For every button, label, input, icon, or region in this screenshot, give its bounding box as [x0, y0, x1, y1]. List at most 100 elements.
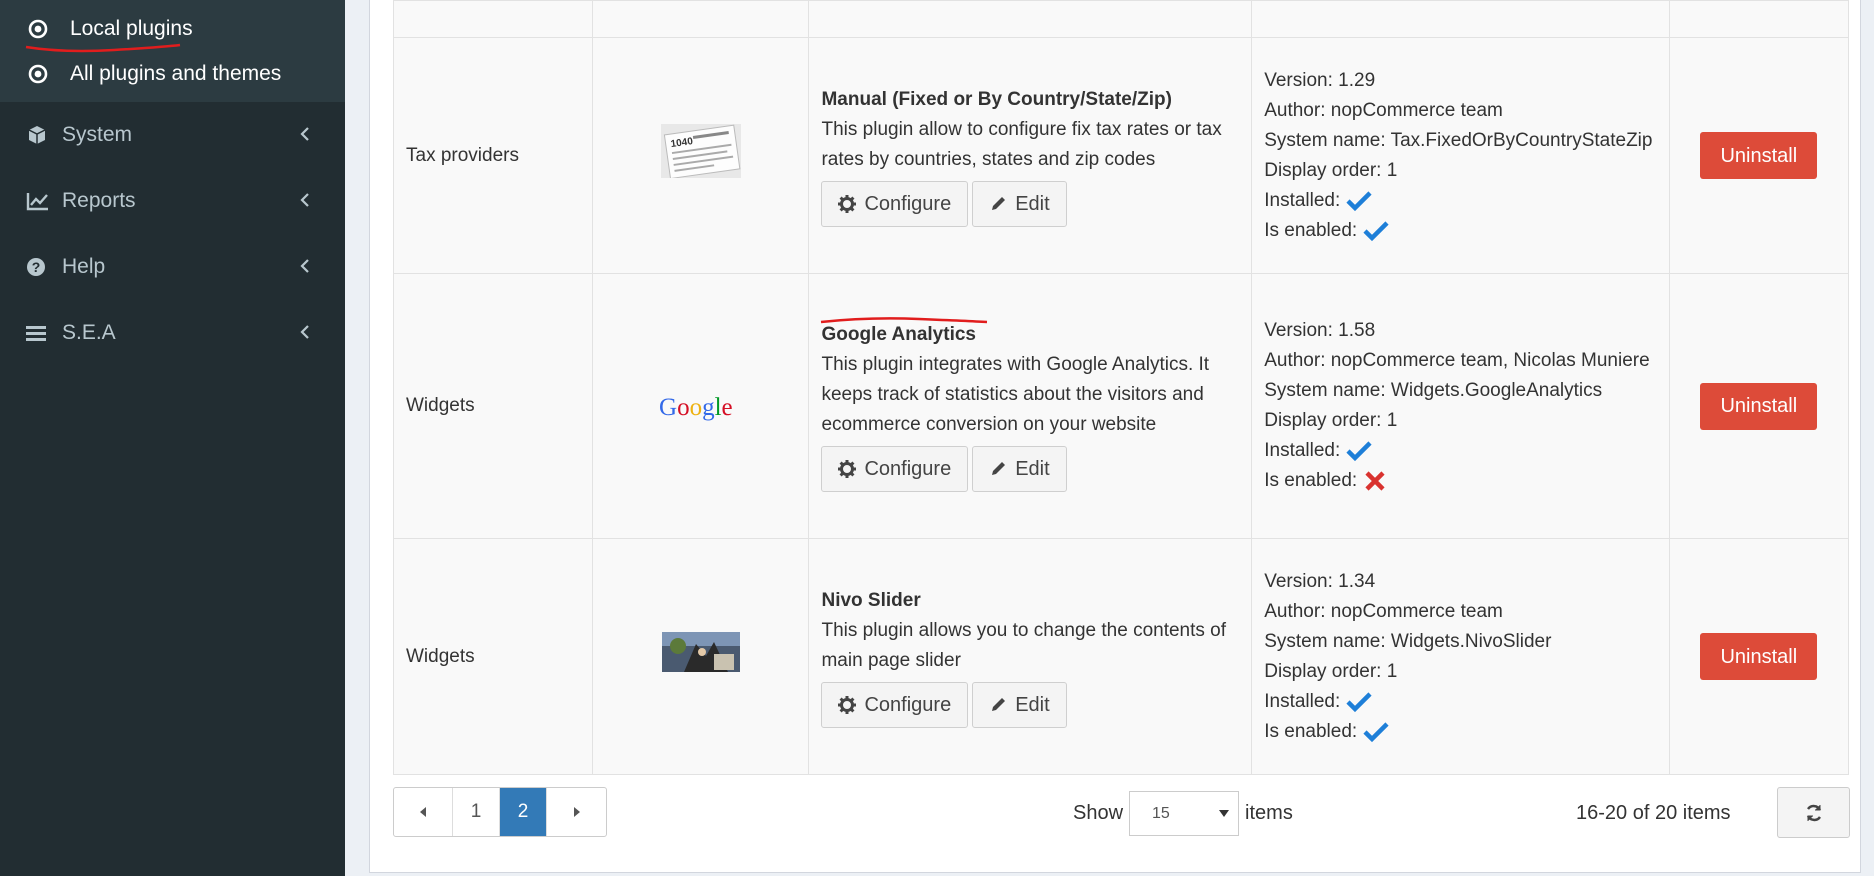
uninstall-button[interactable]: Uninstall — [1700, 382, 1818, 430]
sidebar: Local plugins All plugins and themes Sys… — [0, 0, 345, 876]
sidebar-item-local-plugins[interactable]: Local plugins — [0, 6, 345, 53]
page-size-value: 15 — [1152, 804, 1170, 822]
edit-label: Edit — [1015, 192, 1050, 215]
gear-icon — [838, 194, 857, 213]
sidebar-item-label: Local plugins — [70, 16, 193, 40]
configure-button[interactable]: Configure — [821, 180, 969, 227]
chevron-left-icon — [299, 124, 311, 150]
gear-icon — [838, 695, 857, 714]
plugin-group: Widgets — [393, 538, 593, 775]
table-row: Widgets Nivo Slider This plugin allows y… — [393, 538, 1850, 775]
edit-label: Edit — [1015, 693, 1050, 716]
configure-button[interactable]: Configure — [821, 446, 969, 492]
enabled-label: Is enabled: — [1264, 470, 1358, 491]
plugins-panel: Tax providers 1040 Manual (Fixed or By C… — [369, 0, 1861, 873]
plugin-version: Version: 1.34 — [1264, 570, 1376, 592]
chevron-left-icon — [299, 256, 311, 282]
sidebar-item-label: Reports — [62, 189, 136, 212]
plugins-table: Tax providers 1040 Manual (Fixed or By C… — [393, 0, 1850, 775]
question-circle-icon: ? — [26, 255, 52, 279]
enabled-status: Is enabled: — [1264, 216, 1656, 246]
slider-thumbnail — [661, 631, 740, 672]
items-count: 16-20 of 20 items — [1576, 802, 1731, 824]
plugin-display-order: Display order: 1 — [1264, 159, 1398, 181]
page-size-select[interactable]: 15 — [1129, 791, 1240, 836]
pagination: 1 2 — [393, 787, 607, 837]
table-row — [393, 0, 1850, 38]
table-row: Widgets Google Google Analytics This plu… — [393, 273, 1850, 539]
installed-label: Installed: — [1264, 189, 1341, 211]
pencil-icon — [992, 462, 1006, 475]
chevron-left-icon — [299, 322, 311, 348]
plugin-display-order: Display order: 1 — [1264, 410, 1398, 431]
enabled-label: Is enabled: — [1264, 720, 1358, 742]
google-logo: Google — [659, 394, 733, 421]
edit-button[interactable]: Edit — [972, 681, 1067, 728]
enabled-status: Is enabled: — [1264, 466, 1656, 496]
check-icon — [1346, 691, 1372, 712]
installed-label: Installed: — [1264, 690, 1341, 712]
circle-dot-icon — [28, 17, 52, 41]
annotation-underline — [821, 317, 988, 324]
enabled-status: Is enabled: — [1264, 717, 1656, 747]
check-icon — [1363, 220, 1389, 241]
line-chart-icon — [26, 189, 52, 213]
installed-label: Installed: — [1264, 440, 1341, 461]
sidebar-item-reports[interactable]: Reports — [0, 168, 345, 234]
plugin-name: Manual (Fixed or By Country/State/Zip) — [821, 88, 1172, 110]
next-page-button[interactable] — [547, 788, 606, 836]
uninstall-button[interactable]: Uninstall — [1700, 633, 1818, 680]
sidebar-item-label: S.E.A — [62, 321, 116, 344]
edit-label: Edit — [1015, 458, 1050, 480]
cube-icon — [26, 123, 52, 147]
caret-left-icon — [420, 807, 426, 817]
plugin-version: Version: 1.29 — [1264, 69, 1376, 91]
plugin-system-name: System name: Widgets.NivoSlider — [1264, 630, 1552, 652]
prev-page-button[interactable] — [394, 788, 453, 836]
check-icon — [1346, 190, 1372, 211]
bars-icon — [26, 321, 52, 345]
plugin-system-name: System name: Widgets.GoogleAnalytics — [1264, 380, 1603, 401]
sidebar-item-system[interactable]: System — [0, 102, 345, 168]
svg-text:?: ? — [32, 259, 41, 275]
logo-text: Google — [659, 394, 733, 421]
gear-icon — [838, 460, 857, 478]
plugin-system-name: System name: Tax.FixedOrByCountryStateZi… — [1264, 129, 1653, 151]
configure-label: Configure — [864, 693, 952, 716]
pencil-icon — [992, 697, 1006, 711]
page-button-1[interactable]: 1 — [453, 788, 500, 836]
plugin-author: Author: nopCommerce team — [1264, 99, 1503, 121]
check-icon — [1346, 441, 1372, 462]
plugin-author: Author: nopCommerce team, Nicolas Munier… — [1264, 350, 1650, 371]
plugin-display-order: Display order: 1 — [1264, 660, 1398, 682]
chevron-left-icon — [299, 190, 311, 216]
sidebar-item-label: Help — [62, 255, 106, 278]
edit-button[interactable]: Edit — [972, 446, 1067, 492]
configure-label: Configure — [864, 192, 952, 215]
uninstall-button[interactable]: Uninstall — [1700, 132, 1818, 179]
caret-right-icon — [573, 807, 580, 817]
page-button-2[interactable]: 2 — [500, 788, 547, 836]
table-row: Tax providers 1040 Manual (Fixed or By C… — [393, 37, 1850, 274]
configure-button[interactable]: Configure — [821, 681, 969, 728]
page-size-control: Show 15 items — [1073, 791, 1293, 836]
sidebar-item-all-plugins[interactable]: All plugins and themes — [0, 51, 345, 96]
plugin-group: Tax providers — [393, 37, 593, 274]
caret-down-icon — [1219, 810, 1230, 817]
plugin-description: This plugin allows you to change the con… — [821, 619, 1227, 671]
cross-icon — [1365, 471, 1385, 491]
items-label: items — [1245, 802, 1293, 824]
sidebar-item-help[interactable]: ? Help — [0, 234, 345, 300]
refresh-icon — [1806, 804, 1821, 821]
plugin-name: Nivo Slider — [821, 589, 921, 611]
circle-dot-icon — [28, 62, 52, 86]
plugin-author: Author: nopCommerce team — [1264, 600, 1503, 622]
refresh-button[interactable] — [1777, 787, 1850, 838]
plugin-description: This plugin allow to configure fix tax r… — [821, 118, 1222, 170]
tax-form-logo: 1040 — [660, 123, 741, 179]
enabled-label: Is enabled: — [1264, 219, 1358, 241]
sidebar-item-sea[interactable]: S.E.A — [0, 300, 345, 366]
show-label: Show — [1073, 802, 1124, 824]
installed-status: Installed: — [1264, 186, 1656, 216]
edit-button[interactable]: Edit — [972, 180, 1067, 227]
